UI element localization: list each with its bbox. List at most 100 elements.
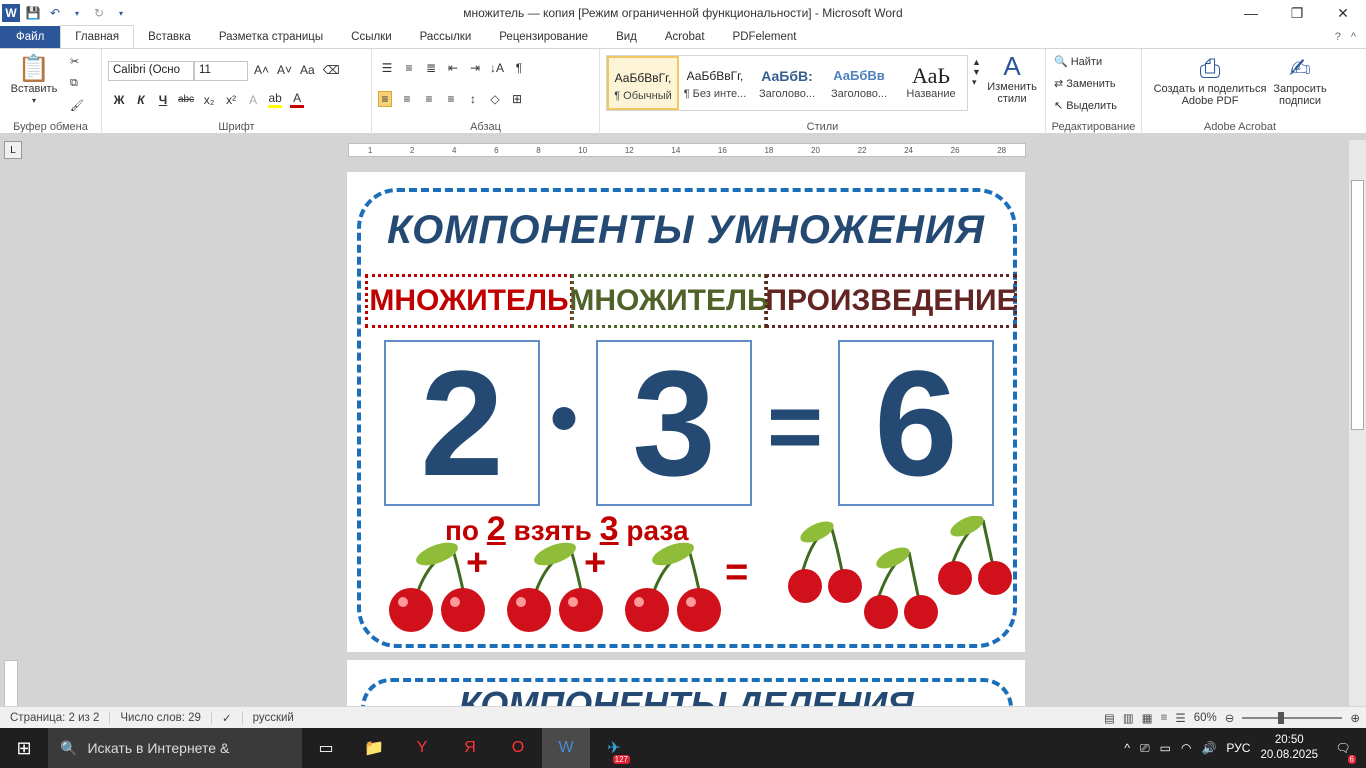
clock[interactable]: 20:50 20.08.2025	[1260, 733, 1318, 763]
customize-qat-icon[interactable]: ▾	[112, 4, 130, 22]
grow-font-icon[interactable]: A˄	[254, 63, 269, 77]
font-color-icon[interactable]: A	[290, 91, 305, 108]
document-page[interactable]: КОМПОНЕНТЫ УМНОЖЕНИЯ МНОЖИТЕЛЬ МНОЖИТЕЛЬ…	[347, 172, 1025, 652]
web-layout-icon[interactable]: ▦	[1142, 711, 1153, 725]
superscript-button[interactable]: x²	[224, 93, 238, 107]
notification-center-icon[interactable]: 🗨 6	[1328, 728, 1358, 768]
align-center-icon[interactable]: ≡	[400, 92, 414, 106]
tab-pdfelement[interactable]: PDFelement	[719, 26, 811, 48]
tray-chevron-icon[interactable]: ^	[1124, 741, 1130, 755]
scrollbar-thumb[interactable]	[1351, 180, 1364, 430]
bold-button[interactable]: Ж	[112, 93, 126, 107]
style-normal[interactable]: АаБбВвГг, ¶ Обычный	[607, 56, 679, 110]
line-spacing-icon[interactable]: ↕	[466, 92, 480, 106]
vertical-scrollbar[interactable]	[1349, 140, 1366, 706]
tab-mailings[interactable]: Рассылки	[406, 26, 486, 48]
select-button[interactable]: ↖ Выделить	[1054, 99, 1117, 113]
page-count[interactable]: Страница: 2 из 2	[0, 711, 111, 724]
file-explorer-icon[interactable]: 📁	[350, 728, 398, 768]
zoom-slider[interactable]	[1242, 711, 1343, 724]
italic-button[interactable]: К	[134, 93, 148, 107]
font-name-combo[interactable]: Calibri (Осно	[108, 61, 194, 81]
justify-icon[interactable]: ≡	[444, 92, 458, 106]
tab-home[interactable]: Главная	[60, 25, 135, 48]
zoom-out-icon[interactable]: ⊖	[1225, 711, 1235, 725]
style-title[interactable]: АаЬ Название	[895, 56, 967, 110]
request-signatures-button[interactable]: ✍ Запросить подписи	[1268, 53, 1332, 107]
style-heading2[interactable]: АаБбВв Заголово...	[823, 56, 895, 110]
shrink-font-icon[interactable]: A˅	[277, 63, 292, 77]
spelling-icon[interactable]: ✓	[212, 710, 243, 725]
font-size-combo[interactable]: 11	[194, 61, 248, 81]
draft-icon[interactable]: ☰	[1175, 711, 1185, 725]
reading-mode-icon[interactable]: ▥	[1123, 711, 1134, 725]
restore-button[interactable]: ❐	[1274, 0, 1320, 26]
decrease-indent-icon[interactable]: ⇤	[446, 61, 460, 75]
format-painter-icon[interactable]: 🖌	[70, 99, 84, 112]
create-pdf-button[interactable]: ⎙ Создать и поделиться Adobe PDF	[1148, 53, 1272, 107]
wifi-icon[interactable]: ◠	[1181, 741, 1191, 755]
subscript-button[interactable]: x₂	[202, 93, 216, 107]
replace-button[interactable]: ⇄ Заменить	[1054, 77, 1116, 91]
align-left-icon[interactable]: ≡	[378, 91, 392, 107]
borders-icon[interactable]: ⊞	[510, 92, 524, 106]
volume-icon[interactable]: 🔊	[1201, 741, 1216, 755]
paste-button[interactable]: 📋 Вставить ▾	[10, 53, 58, 107]
document-page-2[interactable]: КОМПОНЕНТЫ ДЕЛЕНИЯ	[347, 660, 1025, 708]
style-heading1[interactable]: АаБбВ: Заголово...	[751, 56, 823, 110]
word-logo-icon[interactable]: W	[2, 4, 20, 22]
undo-icon[interactable]: ↶	[46, 4, 64, 22]
text-effects-icon[interactable]: A	[246, 93, 260, 107]
styles-scroll[interactable]: ▲ ▼ ▾	[972, 57, 981, 88]
minimize-button[interactable]: —	[1228, 0, 1274, 26]
word-taskbar-icon[interactable]: W	[542, 728, 590, 768]
tray-app-icon[interactable]: ⎚	[1140, 741, 1150, 756]
find-button[interactable]: 🔍 Найти	[1054, 55, 1102, 69]
windows-start-icon[interactable]: ⊞	[0, 728, 48, 768]
change-styles-button[interactable]: A Изменить стили	[984, 51, 1040, 105]
tab-review[interactable]: Рецензирование	[485, 26, 602, 48]
dropdown-icon[interactable]: ▾	[68, 4, 86, 22]
outline-icon[interactable]: ≡	[1161, 712, 1168, 724]
redo-icon[interactable]: ↻	[90, 4, 108, 22]
horizontal-ruler[interactable]: 1 2 4 6 8 10 12 14 16 18 20 22 24 26 28	[348, 143, 1026, 157]
battery-icon[interactable]: ▭	[1160, 741, 1171, 755]
task-view-icon[interactable]: ▭	[302, 728, 350, 768]
multilevel-list-icon[interactable]: ≣	[424, 61, 438, 75]
style-no-spacing[interactable]: АаБбВвГг, ¶ Без инте...	[679, 56, 751, 110]
cut-icon[interactable]: ✂	[70, 55, 79, 68]
pilcrow-icon[interactable]: ¶	[512, 61, 526, 75]
tab-layout[interactable]: Разметка страницы	[205, 26, 337, 48]
opera-icon[interactable]: O	[494, 728, 542, 768]
telegram-icon[interactable]: ✈ 127	[590, 728, 638, 768]
tab-references[interactable]: Ссылки	[337, 26, 406, 48]
zoom-in-icon[interactable]: ⊕	[1350, 711, 1360, 725]
help-icon[interactable]: ?	[1335, 31, 1341, 43]
strikethrough-button[interactable]: abc	[178, 94, 194, 105]
save-icon[interactable]: 💾	[24, 4, 42, 22]
taskbar-search[interactable]: 🔍 Искать в Интернете &	[48, 728, 302, 768]
align-right-icon[interactable]: ≡	[422, 92, 436, 106]
shading-icon[interactable]: ◇	[488, 92, 502, 106]
copy-icon[interactable]: ⧉	[70, 77, 78, 90]
tab-file[interactable]: Файл	[0, 26, 61, 48]
highlight-icon[interactable]: ab	[268, 91, 283, 108]
tab-selector[interactable]: L	[4, 141, 22, 159]
tab-view[interactable]: Вид	[602, 26, 651, 48]
yandex-browser-icon[interactable]: Y	[398, 728, 446, 768]
bullets-icon[interactable]: ☰	[380, 61, 394, 75]
yandex-icon[interactable]: Я	[446, 728, 494, 768]
close-button[interactable]: ✕	[1320, 0, 1366, 26]
tab-insert[interactable]: Вставка	[134, 26, 205, 48]
collapse-ribbon-icon[interactable]: ^	[1351, 31, 1356, 43]
numbering-icon[interactable]: ≡	[402, 61, 416, 75]
keyboard-language[interactable]: РУС	[1226, 741, 1250, 755]
clear-format-icon[interactable]: ⌫	[323, 63, 340, 77]
language-indicator[interactable]: русский	[243, 712, 304, 724]
vertical-ruler[interactable]	[4, 660, 18, 708]
tab-acrobat[interactable]: Acrobat	[651, 26, 719, 48]
underline-button[interactable]: Ч	[156, 93, 170, 107]
change-case-button[interactable]: Aa	[300, 63, 315, 77]
sort-icon[interactable]: ↓A	[490, 61, 504, 75]
increase-indent-icon[interactable]: ⇥	[468, 61, 482, 75]
